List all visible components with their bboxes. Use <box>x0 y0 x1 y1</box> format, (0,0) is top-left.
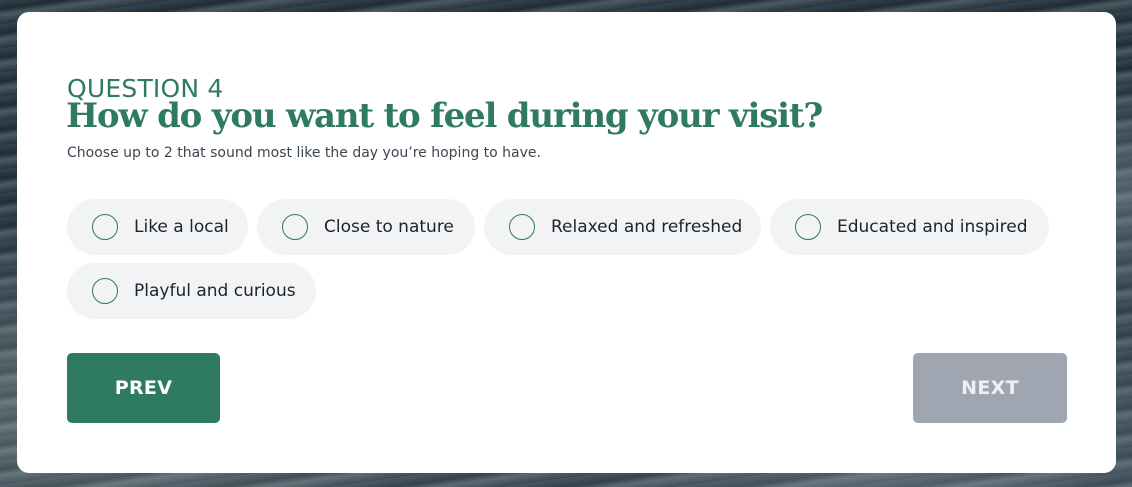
radio-circle-icon[interactable] <box>509 214 535 240</box>
quiz-card: QUESTION 4 How do you want to feel durin… <box>17 12 1116 473</box>
radio-circle-icon[interactable] <box>282 214 308 240</box>
option-label: Relaxed and refreshed <box>551 217 743 237</box>
question-instructions: Choose up to 2 that sound most like the … <box>67 145 541 161</box>
option-label: Playful and curious <box>134 281 296 301</box>
option-close-to-nature[interactable]: Close to nature <box>257 199 475 255</box>
option-playful-and-curious[interactable]: Playful and curious <box>67 263 316 319</box>
question-title: How do you want to feel during your visi… <box>66 96 823 136</box>
prev-button[interactable]: PREV <box>67 353 220 423</box>
option-like-a-local[interactable]: Like a local <box>67 199 248 255</box>
next-button[interactable]: NEXT <box>913 353 1067 423</box>
option-relaxed-and-refreshed[interactable]: Relaxed and refreshed <box>484 199 761 255</box>
radio-circle-icon[interactable] <box>795 214 821 240</box>
radio-circle-icon[interactable] <box>92 214 118 240</box>
option-label: Educated and inspired <box>837 217 1028 237</box>
option-label: Like a local <box>134 217 229 237</box>
radio-circle-icon[interactable] <box>92 278 118 304</box>
option-label: Close to nature <box>324 217 454 237</box>
option-educated-and-inspired[interactable]: Educated and inspired <box>770 199 1049 255</box>
